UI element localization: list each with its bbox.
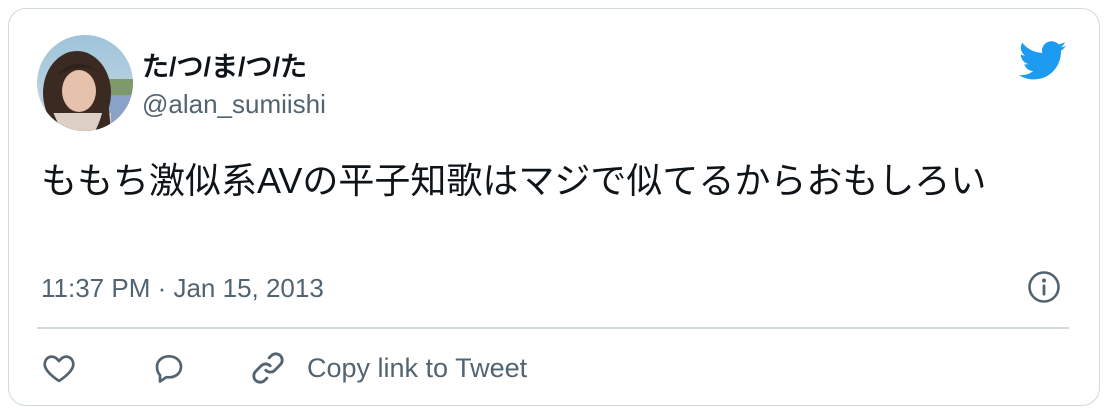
divider (37, 327, 1069, 329)
avatar[interactable] (37, 35, 133, 131)
twitter-bird-icon[interactable] (1018, 41, 1067, 81)
tweet-card: た/つ/ま/つ/た @alan_sumiishi ももち激似系AVの平子知歌はマ… (8, 8, 1100, 406)
copy-link-label: Copy link to Tweet (307, 352, 528, 383)
tweet-text: ももち激似系AVの平子知歌はマジで似てるからおもしろい (41, 160, 987, 201)
tweet-timestamp[interactable]: 11:37 PM · Jan 15, 2013 (41, 273, 324, 304)
heart-icon (41, 350, 77, 386)
copy-link-button[interactable]: Copy link to Tweet (249, 345, 527, 391)
author-display-name[interactable]: た/つ/ま/つ/た (142, 45, 307, 84)
link-icon (249, 349, 287, 387)
like-button[interactable] (41, 345, 77, 391)
avatar-image (37, 35, 133, 131)
reply-button[interactable] (151, 345, 187, 391)
info-icon[interactable] (1027, 270, 1061, 304)
speech-bubble-icon (151, 350, 187, 386)
author-handle[interactable]: @alan_sumiishi (142, 89, 326, 120)
